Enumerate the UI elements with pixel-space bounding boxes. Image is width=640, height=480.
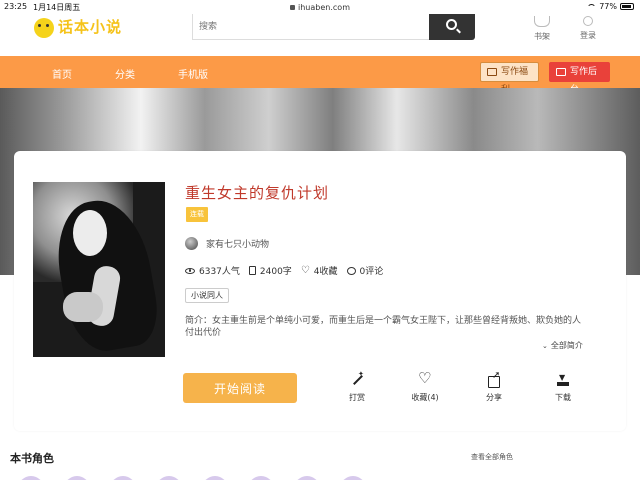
expand-intro-label: 全部简介: [550, 341, 583, 350]
main-nav: 首页 分类 手机版 写作福利 写作后台: [0, 56, 640, 95]
wifi-icon: [587, 3, 597, 10]
roles-section-title: 本书角色: [10, 452, 54, 465]
comment-icon: [346, 266, 356, 275]
download-button[interactable]: 下载: [543, 373, 583, 403]
status-bar: 23:25 1月14日周五 ihuaben.com 77%: [0, 0, 640, 14]
role-avatar[interactable]: [156, 476, 182, 480]
pen-icon: [556, 68, 566, 76]
writing-backend-button[interactable]: 写作后台: [549, 62, 610, 95]
role-avatar[interactable]: [18, 476, 44, 480]
stat-favorites: ♡ 4收藏: [301, 264, 338, 277]
stat-words: 2400字: [248, 264, 292, 277]
role-avatar[interactable]: [64, 476, 90, 480]
address-bar[interactable]: ihuaben.com: [0, 3, 640, 12]
share-button[interactable]: 分享: [474, 370, 514, 403]
comments-value: 0评论: [359, 267, 384, 277]
start-reading-button[interactable]: 开始阅读: [183, 373, 297, 403]
stat-comments: 0评论: [346, 264, 384, 277]
nav-item-category[interactable]: 分类: [115, 66, 135, 81]
nav-item-mobile[interactable]: 手机版: [178, 66, 208, 81]
role-avatar[interactable]: [248, 476, 274, 480]
author-row[interactable]: 家有七只小动物: [185, 237, 269, 250]
cover-hands: [63, 292, 103, 322]
logo-mascot-icon: [34, 18, 54, 38]
book-stats: 6337人气 2400字 ♡ 4收藏 0评论: [185, 264, 392, 277]
bookshelf-icon: [534, 16, 550, 27]
words-value: 2400字: [259, 267, 292, 277]
search-button[interactable]: [429, 14, 475, 40]
site-logo[interactable]: 话本小说: [34, 14, 130, 40]
book-card: 重生女主的复仇计划 连载 家有七只小动物 6337人气 2400字 ♡ 4收藏 …: [14, 151, 626, 431]
favorite-label: 收藏(4): [411, 393, 439, 402]
expand-intro-link[interactable]: ⌄ 全部简介: [542, 340, 583, 351]
login-link[interactable]: 登录: [568, 16, 608, 41]
heart-icon: ♡: [300, 264, 310, 276]
view-all-roles-link[interactable]: 查看全部角色: [471, 452, 513, 462]
cover-face: [73, 210, 107, 256]
magic-wand-icon: [350, 370, 364, 387]
chevron-down-icon: ⌄: [542, 342, 548, 350]
book-tag[interactable]: 小说同人: [185, 288, 229, 303]
tip-label: 打赏: [349, 393, 365, 402]
url-text: ihuaben.com: [298, 3, 350, 12]
share-icon: [487, 370, 501, 388]
eye-icon: [185, 267, 195, 274]
stat-popularity: 6337人气: [185, 264, 240, 277]
role-avatar[interactable]: [340, 476, 366, 480]
popularity-value: 6337人气: [199, 267, 240, 277]
site-header: 话本小说 书架 登录: [0, 14, 640, 56]
writing-welfare-button[interactable]: 写作福利: [480, 62, 539, 95]
author-name: 家有七只小动物: [206, 240, 270, 250]
user-icon: [583, 16, 593, 26]
logo-text: 话本小说: [58, 18, 123, 36]
bookshelf-label: 书架: [534, 32, 550, 41]
search-box: [192, 14, 430, 40]
download-label: 下载: [555, 393, 571, 402]
login-label: 登录: [580, 31, 596, 40]
role-avatar[interactable]: [294, 476, 320, 480]
lock-icon: [290, 5, 296, 10]
bookshelf-link[interactable]: 书架: [522, 16, 562, 42]
search-input[interactable]: [193, 14, 429, 39]
favorites-value: 4收藏: [313, 267, 338, 277]
share-label: 分享: [486, 393, 502, 402]
gift-icon: [487, 68, 497, 76]
download-icon: [556, 373, 570, 387]
battery-percent: 77%: [599, 2, 617, 11]
book-cover[interactable]: [33, 182, 165, 357]
status-right: 77%: [587, 2, 634, 11]
role-avatar[interactable]: [110, 476, 136, 480]
favorite-button[interactable]: 收藏(4): [405, 370, 445, 403]
book-intro: 简介：女主重生前是个单纯小可爱，而重生后是一个霸气女王陛下，让那些曾经背叛她、欺…: [185, 316, 582, 338]
book-title: 重生女主的复仇计划: [185, 184, 330, 202]
document-icon: [248, 266, 256, 275]
battery-icon: [620, 3, 634, 10]
role-avatar[interactable]: [202, 476, 228, 480]
status-badge: 连载: [186, 207, 208, 222]
heart-outline-icon: [418, 370, 432, 387]
nav-item-home[interactable]: 首页: [52, 66, 72, 81]
avatar: [185, 237, 198, 250]
tip-button[interactable]: 打赏: [337, 370, 377, 403]
search-icon: [446, 19, 457, 30]
